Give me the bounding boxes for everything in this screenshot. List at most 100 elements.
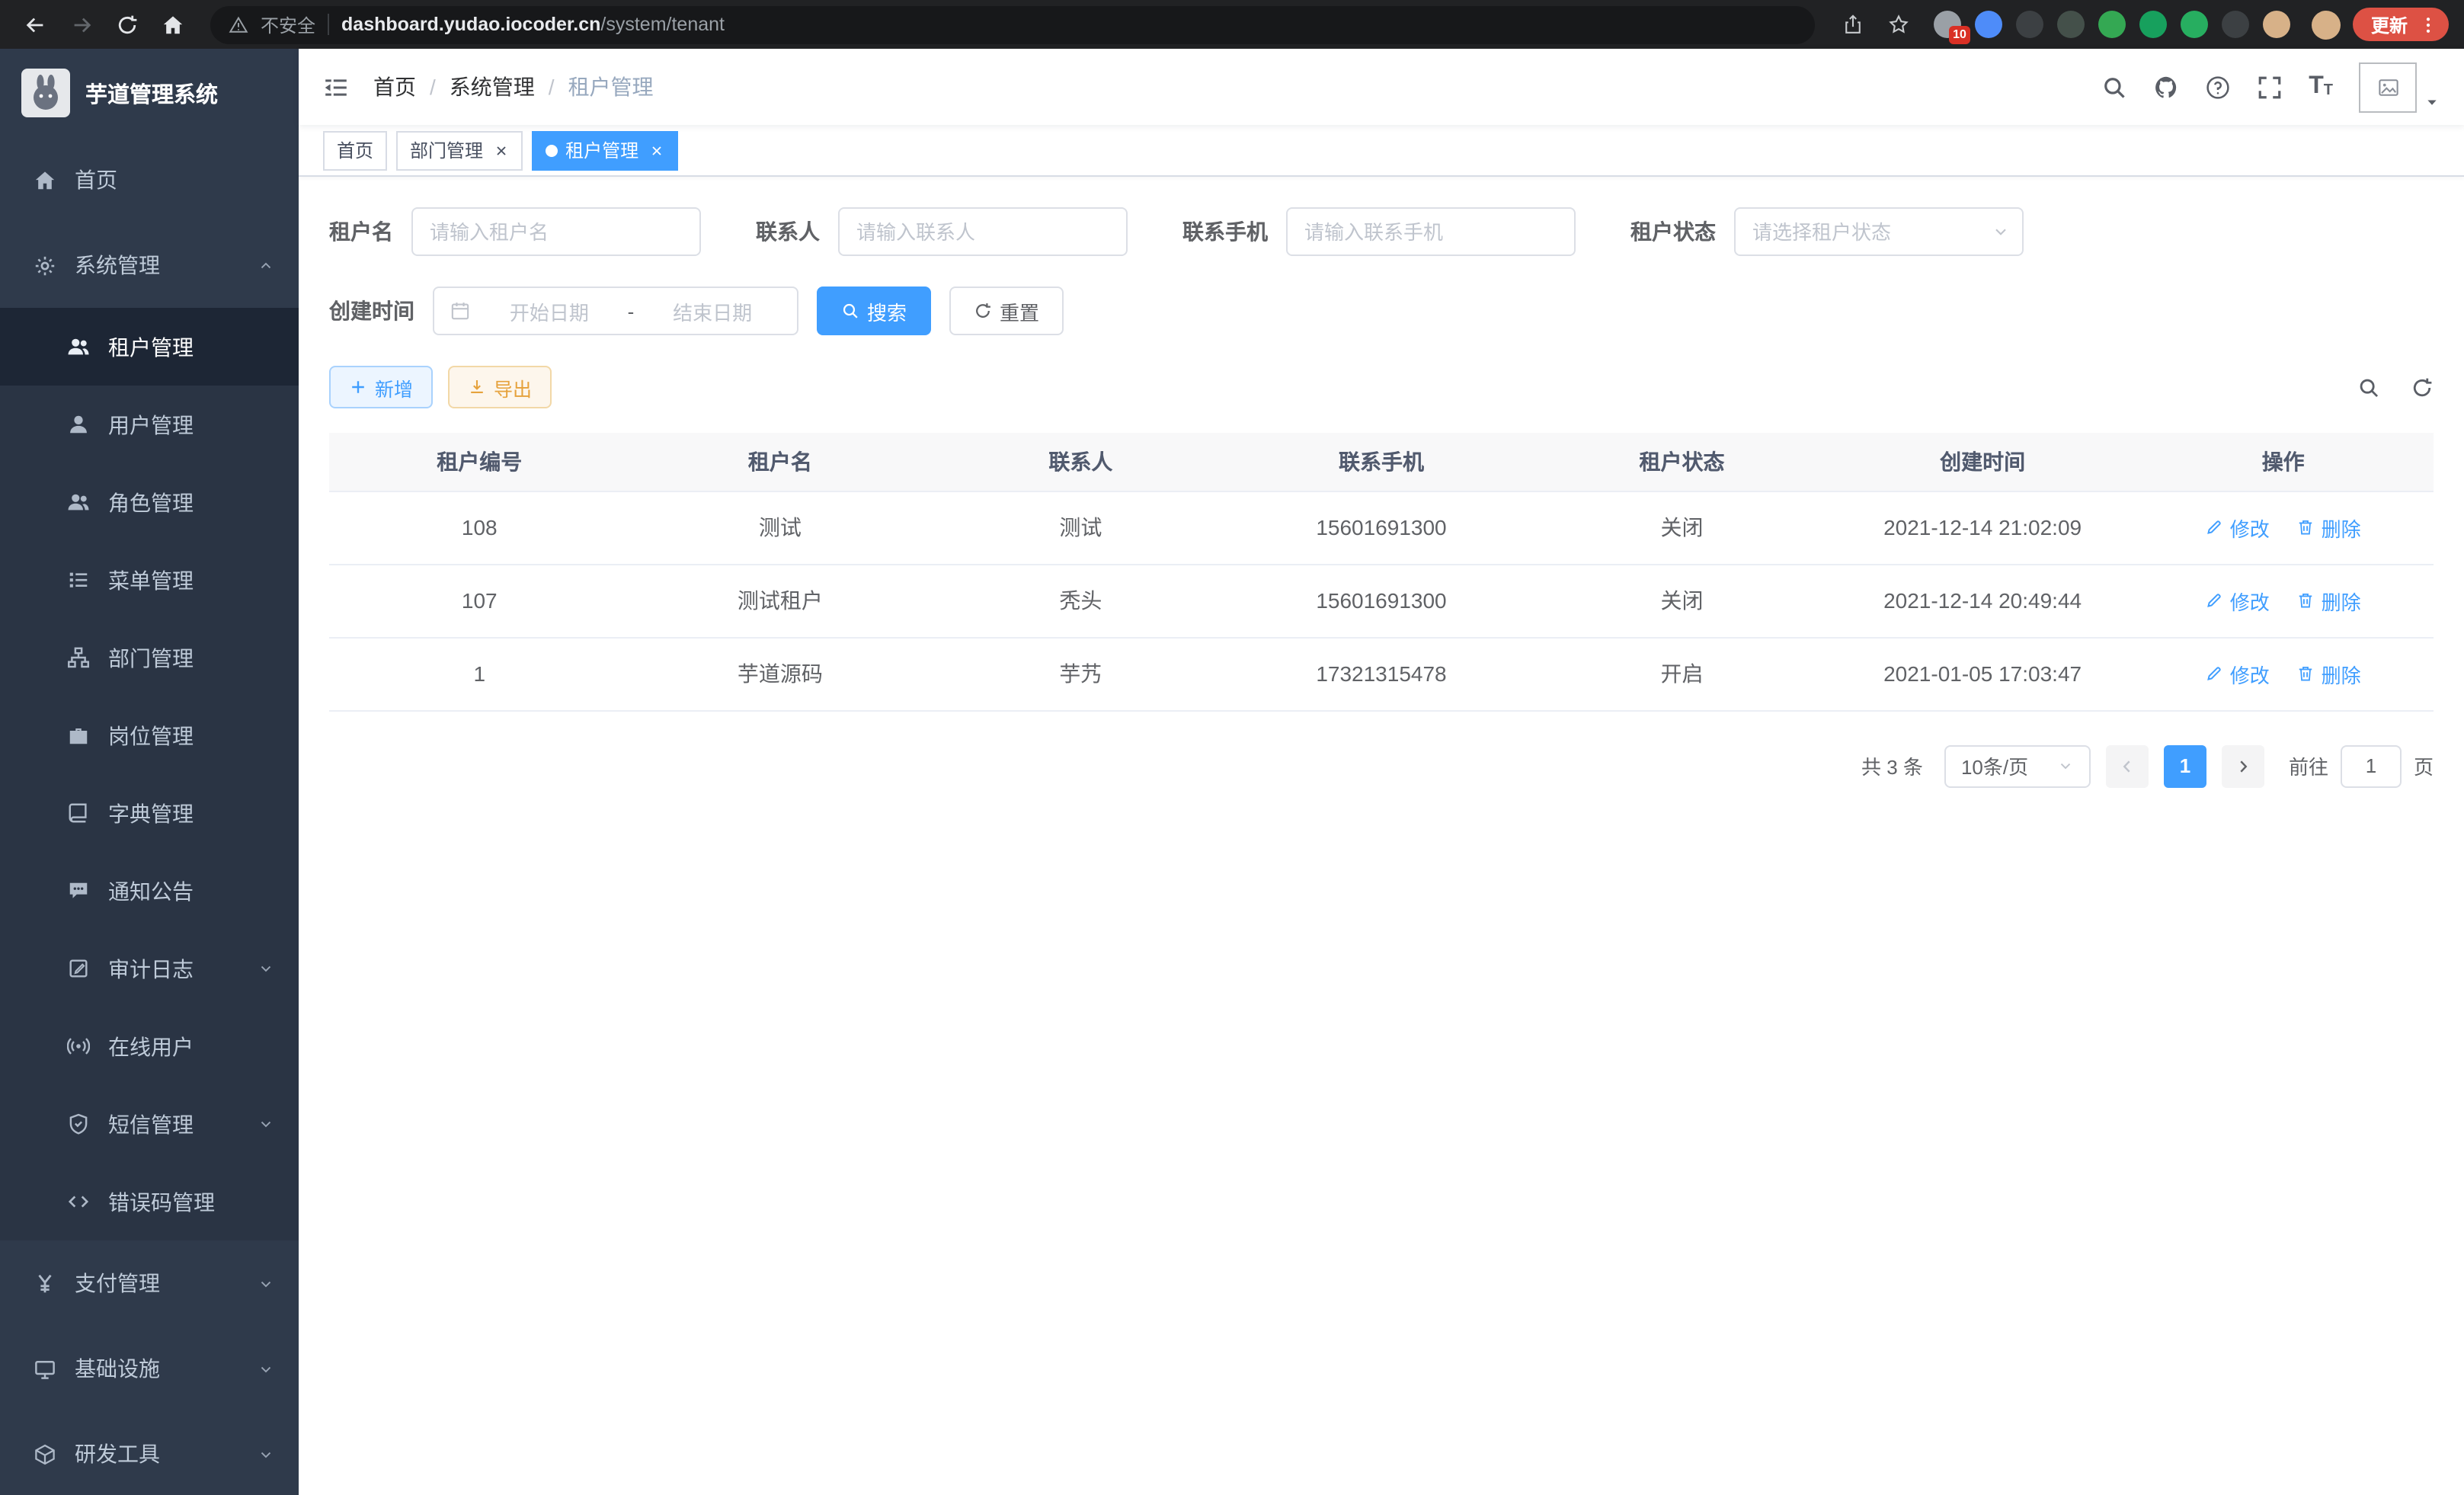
sidebar-item[interactable]: 菜单管理 — [0, 541, 299, 619]
browser-forward-button[interactable] — [61, 5, 101, 44]
sidebar-item[interactable]: 字典管理 — [0, 774, 299, 852]
contact-mobile-input[interactable] — [1286, 207, 1576, 256]
menu-item-icon — [67, 646, 90, 669]
goto-label: 前往 — [2289, 751, 2328, 780]
github-button[interactable] — [2153, 74, 2179, 100]
user-avatar[interactable] — [2359, 62, 2440, 112]
toggle-search-button[interactable] — [2357, 376, 2380, 399]
filter-form-row-1: 租户名 联系人 联系手机 租户状态 — [329, 207, 2434, 256]
sidebar-item[interactable]: 部门管理 — [0, 619, 299, 696]
extension-icon[interactable] — [1975, 11, 2002, 38]
address-bar[interactable]: 不安全 dashboard.yudao.iocoder.cn/system/te… — [210, 5, 1815, 43]
chevron-icon — [258, 960, 274, 977]
delete-icon — [2297, 591, 2315, 610]
menu-item-icon — [67, 879, 90, 902]
help-button[interactable] — [2205, 74, 2231, 100]
cell-tenant-name: 测试租户 — [630, 564, 931, 637]
breadcrumb-item[interactable]: 首页 — [373, 72, 450, 102]
reset-button[interactable]: 重置 — [949, 287, 1064, 335]
prev-page-button[interactable] — [2106, 744, 2149, 787]
cell-created-at: 2021-01-05 17:03:47 — [1832, 637, 2133, 710]
sidebar-item[interactable]: 通知公告 — [0, 852, 299, 930]
search-button[interactable]: 搜索 — [817, 287, 931, 335]
cell-actions: 修改 删除 — [2133, 491, 2434, 564]
cell-status: 开启 — [1531, 637, 1832, 710]
delete-link[interactable]: 删除 — [2297, 586, 2361, 615]
menu-item-label: 首页 — [75, 165, 117, 195]
extension-icon[interactable] — [2181, 11, 2208, 38]
cell-contact: 测试 — [930, 491, 1231, 564]
add-button[interactable]: 新增 — [329, 366, 433, 408]
tab[interactable]: 首页 — [323, 130, 387, 170]
menu-item-icon — [34, 168, 56, 191]
extension-icon[interactable] — [2263, 11, 2290, 38]
fullscreen-button[interactable] — [2257, 74, 2283, 100]
delete-link[interactable]: 删除 — [2297, 513, 2361, 542]
tenant-name-input[interactable] — [411, 207, 701, 256]
sidebar-item[interactable]: 基础设施 — [0, 1326, 299, 1411]
edit-link[interactable]: 修改 — [2206, 513, 2270, 542]
page-content: 租户名 联系人 联系手机 租户状态 — [299, 177, 2464, 1495]
sidebar-item[interactable]: 研发工具 — [0, 1411, 299, 1495]
extension-icon[interactable] — [2139, 11, 2167, 38]
tenant-status-select-input[interactable] — [1734, 207, 2024, 256]
sidebar-item[interactable]: 角色管理 — [0, 463, 299, 541]
sidebar-item[interactable]: 短信管理 — [0, 1085, 299, 1163]
sidebar-item[interactable]: 租户管理 — [0, 308, 299, 386]
tab[interactable]: 部门管理 — [396, 130, 523, 170]
delete-link[interactable]: 删除 — [2297, 659, 2361, 688]
share-button[interactable] — [1833, 5, 1873, 44]
sidebar-item[interactable]: 审计日志 — [0, 930, 299, 1007]
extension-icon[interactable] — [2098, 11, 2126, 38]
sidebar: 芋道管理系统 首页 系统管理 — [0, 49, 299, 1495]
edit-link[interactable]: 修改 — [2206, 659, 2270, 688]
menu-item-label: 短信管理 — [108, 1109, 194, 1139]
refresh-table-button[interactable] — [2411, 376, 2434, 399]
sidebar-item[interactable]: 支付管理 — [0, 1240, 299, 1326]
sidebar-item[interactable]: 错误码管理 — [0, 1163, 299, 1240]
breadcrumb-item[interactable]: 系统管理 — [450, 72, 568, 102]
sidebar-item[interactable]: 在线用户 — [0, 1007, 299, 1085]
page-size-select[interactable]: 10条/页 — [1944, 744, 2091, 787]
cell-actions: 修改 删除 — [2133, 564, 2434, 637]
extension-icon[interactable] — [2016, 11, 2043, 38]
bookmark-star-button[interactable] — [1879, 5, 1918, 44]
table-row: 107 测试租户 秃头 15601691300 关闭 2021-12-14 20… — [329, 564, 2434, 637]
font-size-button[interactable]: TT — [2309, 75, 2333, 99]
tab[interactable]: 租户管理 — [532, 130, 678, 170]
browser-menu-icon[interactable] — [2418, 14, 2438, 34]
menu-item-icon — [67, 724, 90, 747]
tab-label: 部门管理 — [410, 137, 483, 163]
goto-page-input[interactable] — [2341, 744, 2402, 787]
insecure-warning-icon — [229, 14, 248, 34]
sidebar-item[interactable]: 用户管理 — [0, 386, 299, 463]
browser-profile-avatar[interactable] — [2312, 10, 2341, 39]
avatar-caret-icon[interactable] — [2424, 94, 2440, 109]
sidebar-item[interactable]: 岗位管理 — [0, 696, 299, 774]
browser-reload-button[interactable] — [107, 5, 146, 44]
extension-icon[interactable]: 10 — [1934, 11, 1961, 38]
create-time-range-picker[interactable]: 开始日期 - 结束日期 — [433, 287, 798, 335]
menu-item-icon — [67, 957, 90, 980]
export-button[interactable]: 导出 — [448, 366, 552, 408]
start-date-placeholder: 开始日期 — [480, 296, 619, 325]
sidebar-item[interactable]: 首页 — [0, 137, 299, 222]
browser-back-button[interactable] — [15, 5, 55, 44]
tab-close-icon[interactable] — [649, 142, 664, 158]
edit-link[interactable]: 修改 — [2206, 586, 2270, 615]
extension-icon[interactable] — [2222, 11, 2249, 38]
browser-home-button[interactable] — [152, 5, 192, 44]
browser-update-button[interactable]: 更新 — [2353, 8, 2449, 41]
sidebar-item[interactable]: 系统管理 — [0, 222, 299, 308]
tab-close-icon[interactable] — [494, 142, 509, 158]
next-page-button[interactable] — [2222, 744, 2264, 787]
header-search-button[interactable] — [2101, 74, 2127, 100]
menu-item-icon — [67, 1190, 90, 1213]
contact-name-input[interactable] — [838, 207, 1128, 256]
extension-icon[interactable] — [2057, 11, 2085, 38]
breadcrumb-item[interactable]: 租户管理 — [568, 72, 654, 102]
tenant-status-select[interactable] — [1734, 207, 2024, 256]
logo-image — [21, 69, 70, 117]
sidebar-toggle-button[interactable] — [323, 74, 349, 100]
current-page-button[interactable]: 1 — [2164, 744, 2206, 787]
